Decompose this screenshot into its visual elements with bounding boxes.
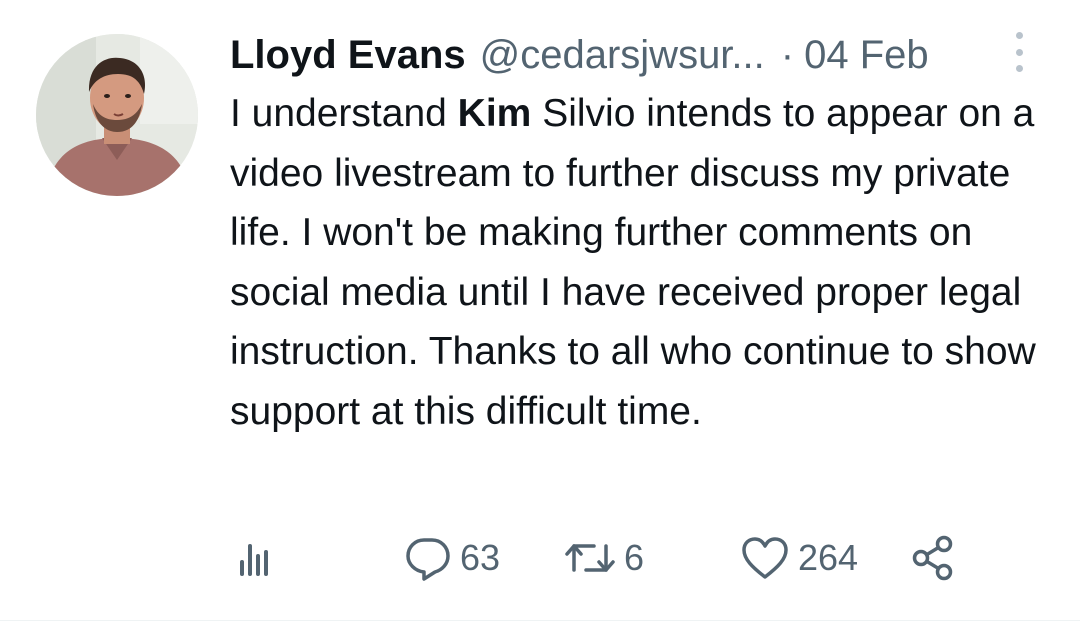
author-handle[interactable]: @cedarsjwsur... — [480, 30, 765, 80]
tweet-text: I understand Kim Silvio intends to appea… — [230, 84, 1070, 442]
tweet-text-part: Silvio intends to appear on a video live… — [230, 92, 1036, 433]
like-button[interactable]: 264 — [740, 530, 858, 586]
heart-icon — [742, 537, 788, 579]
tweet-date[interactable]: 04 Feb — [804, 30, 929, 80]
separator-dot: · — [780, 33, 795, 77]
share-button[interactable] — [910, 530, 956, 586]
share-icon — [912, 535, 953, 581]
tweet-text-bold: Kim — [457, 92, 532, 135]
tweet-header: Lloyd Evans @cedarsjwsur... · 04 Feb — [230, 30, 929, 80]
tweet-text-part: I understand — [230, 92, 458, 135]
tweet-actions: 63 6 264 — [0, 530, 1080, 586]
retweet-icon — [565, 544, 615, 572]
author-name[interactable]: Lloyd Evans — [230, 30, 466, 80]
reply-count: 63 — [460, 537, 501, 578]
like-count: 264 — [798, 537, 859, 578]
more-vertical-icon[interactable] — [1012, 32, 1026, 72]
divider — [0, 620, 1080, 621]
reply-button[interactable]: 63 — [404, 530, 500, 586]
retweet-count: 6 — [624, 537, 645, 578]
avatar-image — [36, 34, 198, 196]
retweet-button[interactable]: 6 — [564, 530, 644, 586]
reply-icon — [406, 538, 450, 581]
analytics-button[interactable] — [232, 530, 276, 586]
author-avatar[interactable] — [36, 34, 198, 196]
analytics-icon — [240, 544, 268, 576]
